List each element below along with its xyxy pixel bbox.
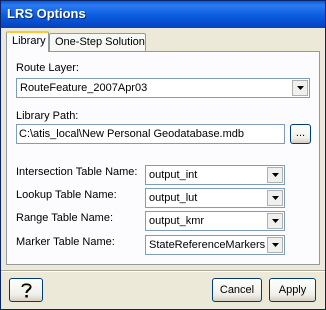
cancel-button-label: Cancel — [219, 284, 255, 296]
chevron-down-icon[interactable] — [267, 213, 283, 229]
tab-one-step-solution[interactable]: One-Step Solution — [49, 33, 146, 51]
marker-table-value: StateReferenceMarkers — [149, 239, 266, 251]
tab-library-label: Library — [12, 35, 46, 47]
route-layer-label: Route Layer: — [16, 62, 79, 74]
library-path-field[interactable] — [19, 126, 280, 142]
range-table-value: output_kmr — [149, 215, 205, 227]
title-bar[interactable]: LRS Options — [1, 1, 325, 28]
range-table-dropdown[interactable]: output_kmr — [145, 211, 285, 231]
apply-button-label: Apply — [278, 284, 307, 296]
lrs-options-dialog: LRS Options Library One-Step Solution Ro… — [0, 0, 326, 310]
chevron-down-icon[interactable] — [267, 167, 283, 183]
lookup-table-dropdown[interactable]: output_lut — [145, 188, 285, 208]
marker-table-dropdown[interactable]: StateReferenceMarkers — [145, 235, 285, 255]
window-title: LRS Options — [7, 6, 86, 21]
lookup-table-value: output_lut — [149, 192, 198, 204]
intersection-table-dropdown[interactable]: output_int — [145, 165, 285, 185]
help-button[interactable] — [9, 278, 43, 302]
library-tab-panel: Route Layer: RouteFeature_2007Apr03 Libr… — [6, 51, 320, 265]
library-path-label: Library Path: — [16, 110, 79, 122]
tab-library[interactable]: Library — [6, 31, 49, 52]
chevron-down-icon[interactable] — [292, 80, 308, 96]
browse-button[interactable]: ... — [290, 124, 311, 144]
chevron-down-icon[interactable] — [267, 237, 283, 253]
library-path-input[interactable] — [16, 124, 285, 144]
route-layer-value: RouteFeature_2007Apr03 — [20, 82, 148, 94]
cancel-button[interactable]: Cancel — [212, 278, 262, 302]
range-table-label: Range Table Name: — [16, 212, 114, 224]
tab-one-step-solution-label: One-Step Solution — [55, 36, 145, 48]
route-layer-dropdown[interactable]: RouteFeature_2007Apr03 — [16, 78, 310, 98]
footer-divider — [1, 270, 325, 272]
intersection-table-label: Intersection Table Name: — [16, 166, 138, 178]
apply-button[interactable]: Apply — [269, 278, 316, 302]
browse-button-label: ... — [295, 127, 306, 139]
chevron-down-icon[interactable] — [267, 190, 283, 206]
question-mark-icon — [20, 282, 33, 302]
intersection-table-value: output_int — [149, 169, 198, 181]
lookup-table-label: Lookup Table Name: — [16, 189, 117, 201]
marker-table-label: Marker Table Name: — [16, 236, 115, 248]
